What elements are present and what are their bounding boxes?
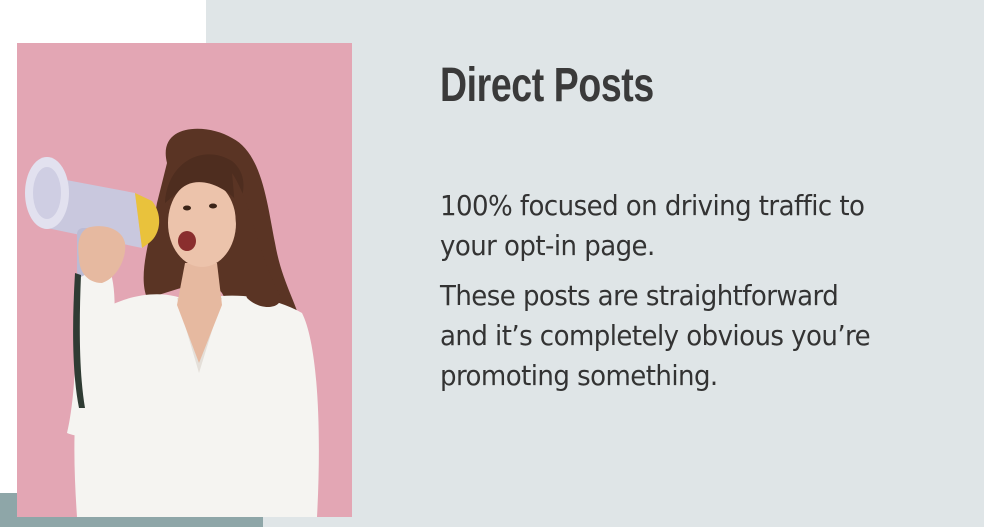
- paragraph-1: 100% focused on driving traffic to your …: [440, 186, 933, 266]
- paragraph-2: These posts are straightforward and it’s…: [440, 276, 933, 396]
- slide: Direct Posts 100% focused on driving tra…: [0, 0, 984, 527]
- paragraph-1-line-1: 100% focused on driving traffic to: [440, 189, 865, 222]
- paragraph-2-line-1: These posts are straightforward: [440, 279, 839, 312]
- woman-with-megaphone-photo: [17, 43, 352, 517]
- paragraph-1-line-2: your opt-in page.: [440, 229, 655, 262]
- slide-title: Direct Posts: [440, 59, 654, 112]
- paragraph-2-line-3: promoting something.: [440, 359, 718, 392]
- paragraph-2-line-2: and it’s completely obvious you’re: [440, 319, 871, 352]
- slide-body: 100% focused on driving traffic to your …: [440, 186, 970, 406]
